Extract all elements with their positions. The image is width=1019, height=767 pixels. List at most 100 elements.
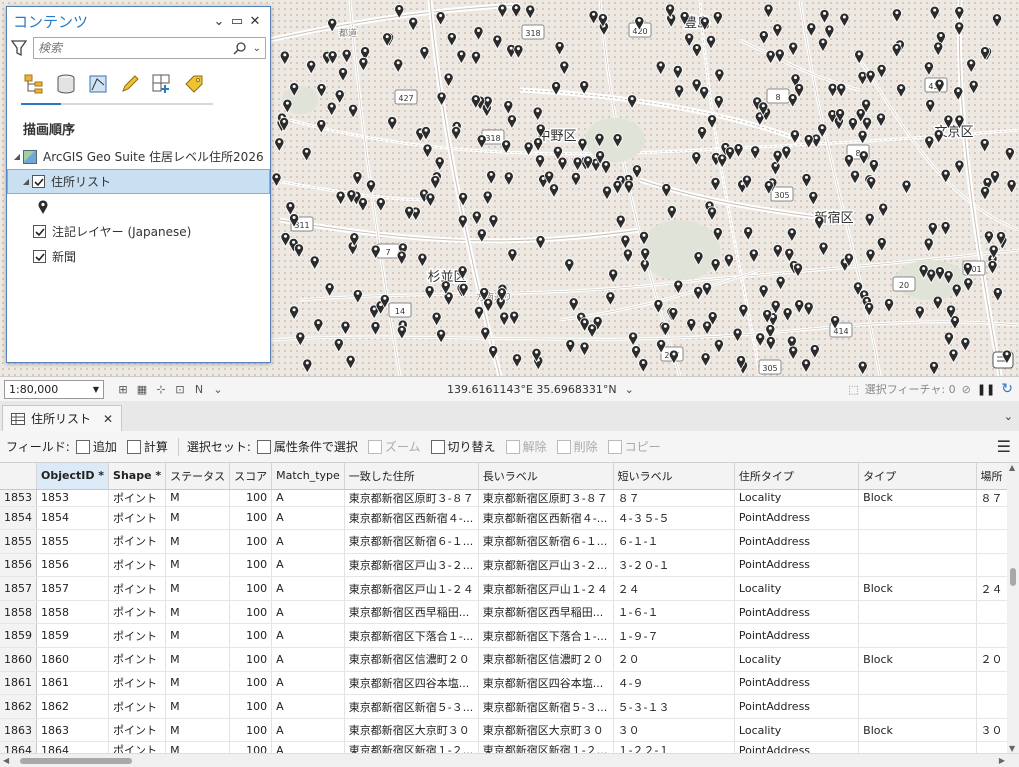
table-row[interactable]: 1858 1858 ポイント M 100 A 東京都新宿区西早稲田... 東京都新宿区西早稲田… — [0, 600, 1019, 625]
column-header[interactable]: Match_type — [271, 463, 345, 490]
address-pin[interactable] — [738, 303, 749, 319]
address-pin[interactable] — [335, 190, 346, 206]
address-pin[interactable] — [503, 171, 514, 187]
address-pin[interactable] — [280, 232, 291, 248]
address-pin[interactable] — [565, 339, 576, 355]
address-pin[interactable] — [559, 60, 570, 76]
address-pin[interactable] — [295, 331, 306, 347]
address-pin[interactable] — [818, 241, 829, 257]
address-pin[interactable] — [847, 117, 858, 133]
layer-visibility-checkbox[interactable] — [33, 250, 46, 263]
address-pin[interactable] — [933, 41, 944, 57]
table-cell[interactable]: 東京都新宿区新宿５-３... — [478, 694, 614, 719]
clear-selection-button[interactable]: 解除 — [505, 438, 547, 455]
address-pin[interactable] — [352, 171, 363, 187]
address-pin[interactable] — [301, 147, 312, 163]
address-pin[interactable] — [868, 159, 879, 175]
address-pin[interactable] — [858, 150, 869, 166]
address-pin[interactable] — [743, 226, 754, 242]
table-row[interactable]: 1854 1854 ポイント M 100 A 東京都新宿区西新宿４-... 東京都新宿区西新宿… — [0, 506, 1019, 531]
address-pin[interactable] — [808, 191, 819, 207]
address-pin[interactable] — [661, 183, 672, 199]
snapping-tool-icon[interactable]: ⊹ — [154, 382, 168, 396]
table-cell[interactable]: A — [271, 694, 345, 719]
address-pin[interactable] — [723, 253, 734, 269]
vertical-scroll-thumb[interactable] — [1010, 568, 1016, 586]
address-pin[interactable] — [348, 103, 359, 119]
address-pin[interactable] — [748, 248, 759, 264]
table-cell[interactable] — [858, 553, 977, 578]
address-pin[interactable] — [605, 291, 616, 307]
address-pin[interactable] — [396, 250, 407, 266]
address-pin[interactable] — [422, 143, 433, 159]
chevron-down-icon[interactable]: ▼ — [93, 385, 99, 394]
table-cell[interactable]: A — [271, 506, 345, 531]
selection-tab-icon[interactable] — [87, 73, 109, 95]
row-number[interactable]: 1863 — [0, 718, 37, 743]
table-cell[interactable]: A — [271, 600, 345, 625]
table-cell[interactable]: M — [165, 529, 231, 554]
address-pin[interactable] — [772, 244, 783, 260]
table-cell[interactable]: 1861 — [36, 671, 110, 696]
table-cell[interactable]: ポイント — [108, 647, 167, 672]
table-cell[interactable]: 100 — [229, 600, 273, 625]
address-pin[interactable] — [793, 262, 803, 278]
table-menu-icon[interactable]: ☰ — [997, 437, 1011, 456]
address-pin[interactable] — [699, 86, 710, 102]
address-pin[interactable] — [864, 212, 875, 228]
table-cell[interactable]: 1857 — [36, 576, 110, 601]
address-pin[interactable] — [702, 320, 713, 336]
address-pin[interactable] — [431, 311, 442, 327]
refresh-icon[interactable]: ↻ — [1001, 381, 1013, 397]
address-pin[interactable] — [326, 101, 337, 117]
address-pin[interactable] — [801, 173, 812, 189]
address-pin[interactable] — [655, 60, 666, 76]
horizontal-scroll-thumb[interactable] — [20, 758, 132, 764]
address-pin[interactable] — [923, 61, 934, 77]
address-pin[interactable] — [554, 41, 565, 57]
select-by-attributes-button[interactable]: 属性条件で選択 — [256, 438, 358, 455]
address-pin[interactable] — [532, 106, 543, 122]
table-cell[interactable]: 東京都新宿区大京町３０ — [478, 718, 614, 743]
expand-arrow-icon[interactable]: ◢ — [11, 152, 23, 161]
horizontal-scrollbar[interactable]: ◀ ▶ — [0, 753, 1019, 767]
table-cell[interactable]: ポイント — [108, 718, 167, 743]
table-cell[interactable]: 100 — [229, 529, 273, 554]
table-cell[interactable]: 東京都新宿区新宿５-３... — [344, 694, 479, 719]
address-pin[interactable] — [435, 11, 446, 27]
address-pin[interactable] — [929, 5, 940, 21]
address-pin[interactable] — [577, 137, 588, 153]
switch-selection-button[interactable]: 切り替え — [430, 438, 496, 455]
table-cell[interactable]: Block — [858, 576, 977, 601]
row-number[interactable]: 1854 — [0, 506, 37, 531]
address-pin[interactable] — [570, 172, 581, 188]
address-pin[interactable] — [309, 255, 320, 271]
address-pin[interactable] — [482, 190, 493, 206]
address-pin[interactable] — [717, 153, 728, 169]
address-pin[interactable] — [714, 68, 725, 84]
column-header[interactable]: Shape * — [108, 463, 167, 490]
pause-icon[interactable]: ❚❚ — [977, 383, 995, 396]
address-pin[interactable] — [513, 44, 524, 60]
address-pin[interactable] — [876, 112, 886, 128]
address-pin[interactable] — [933, 129, 944, 145]
address-pin[interactable] — [963, 277, 974, 293]
address-pin[interactable] — [549, 183, 559, 199]
contents-search-box[interactable]: ⌄ — [33, 37, 266, 59]
address-pin[interactable] — [814, 215, 825, 231]
table-cell[interactable]: 東京都新宿区西早稲田... — [478, 600, 614, 625]
table-cell[interactable]: 東京都新宿区下落合１-... — [344, 623, 479, 649]
column-header[interactable] — [0, 463, 37, 490]
table-cell[interactable] — [858, 671, 977, 696]
address-pin[interactable] — [763, 3, 774, 19]
table-cell[interactable]: 東京都新宿区戸山３-２... — [478, 553, 614, 578]
table-cell[interactable]: 100 — [229, 694, 273, 719]
table-cell[interactable]: 100 — [229, 623, 273, 649]
address-pin[interactable] — [943, 331, 954, 347]
table-cell[interactable]: 東京都新宿区大京町３０ — [344, 718, 479, 743]
address-pin[interactable] — [424, 285, 435, 301]
table-cell[interactable]: 100 — [229, 576, 273, 601]
column-header[interactable]: ObjectID * — [36, 463, 110, 490]
table-row[interactable]: 1861 1861 ポイント M 100 A 東京都新宿区四谷本塩... 東京都新宿区四谷本塩… — [0, 671, 1019, 696]
table-cell[interactable]: ポイント — [108, 694, 167, 719]
